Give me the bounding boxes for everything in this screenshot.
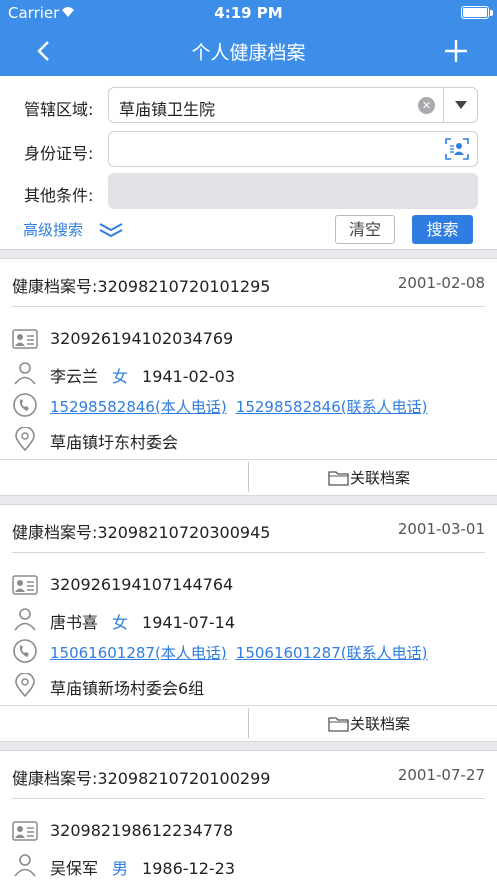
phone-contact-link[interactable]: 15061601287(联系人电话) (236, 644, 428, 662)
location-pin-icon (15, 673, 35, 697)
card-divider (12, 552, 485, 553)
person-info: 李云兰女 1941-02-03 (50, 363, 235, 387)
related-archive-button[interactable]: 关联档案 (328, 713, 410, 734)
card-divider (12, 798, 485, 799)
related-archive-label: 关联档案 (350, 469, 411, 487)
nav-bar: 个人健康档案 (0, 26, 497, 76)
id-number-label: 身份证号: (24, 144, 94, 163)
card-footer-vdivider (248, 708, 249, 738)
archive-number: 健康档案号:32098210720300945 (12, 523, 271, 542)
person-birth: 1941-02-03 (142, 367, 236, 386)
phone-self-link[interactable]: 15298582846(本人电话) (50, 398, 227, 416)
search-button[interactable]: 搜索 (412, 215, 473, 244)
phone-icon (13, 639, 37, 663)
phone-line: 15298582846(本人电话) 15298582846(联系人电话) (50, 396, 427, 417)
double-chevron-down-icon[interactable] (98, 221, 124, 239)
card-footer-divider (0, 459, 497, 460)
address: 草庙镇圩东村委会 (50, 433, 179, 452)
region-value: 草庙镇卫生院 (119, 100, 216, 119)
status-time: 4:19 PM (214, 4, 283, 22)
status-bar: Carrier 4:19 PM (0, 0, 497, 26)
phone-self-link[interactable]: 15061601287(本人电话) (50, 644, 227, 662)
phone-line: 15061601287(本人电话) 15061601287(联系人电话) (50, 642, 427, 663)
related-archive-button[interactable]: 关联档案 (328, 467, 410, 488)
person-info: 吴保军男 1986-12-23 (50, 855, 235, 879)
person-gender: 女 (112, 367, 129, 386)
region-label: 管辖区域: (24, 100, 94, 119)
card-divider (12, 306, 485, 307)
dropdown-arrow-icon[interactable] (443, 88, 477, 122)
search-panel: 管辖区域: 草庙镇卫生院 ✕ 身份证号: 其他条件: 高级搜索 清空 搜索 (0, 76, 497, 250)
person-icon (14, 854, 36, 877)
id-number: 320926194107144764 (50, 575, 234, 594)
person-icon (14, 608, 36, 631)
page-title: 个人健康档案 (191, 42, 306, 64)
record-card[interactable]: 健康档案号:32098210720100299 2001-07-27 32098… (0, 750, 497, 883)
record-date: 2001-03-01 (397, 520, 485, 538)
clear-button[interactable]: 清空 (335, 215, 395, 244)
record-card[interactable]: 健康档案号:32098210720300945 2001-03-01 32092… (0, 504, 497, 742)
address: 草庙镇新场村委会6组 (50, 679, 205, 698)
id-card-icon (12, 821, 38, 841)
battery-icon (461, 6, 489, 19)
person-name: 李云兰 (50, 367, 99, 386)
archive-number: 健康档案号:32098210720101295 (12, 277, 271, 296)
related-archive-label: 关联档案 (350, 715, 411, 733)
record-date: 2001-07-27 (397, 766, 485, 784)
person-gender: 女 (112, 613, 129, 632)
card-footer-vdivider (248, 462, 249, 492)
phone-contact-link[interactable]: 15298582846(联系人电话) (236, 398, 428, 416)
person-birth: 1986-12-23 (142, 859, 236, 878)
id-number: 320926194102034769 (50, 329, 234, 348)
other-conditions-label: 其他条件: (24, 186, 94, 205)
other-conditions-input[interactable] (108, 173, 478, 209)
battery-tip (490, 10, 493, 16)
region-select[interactable]: 草庙镇卫生院 ✕ (108, 87, 478, 123)
archive-number: 健康档案号:32098210720100299 (12, 769, 271, 788)
id-card-icon (12, 329, 38, 349)
person-info: 唐书喜女 1941-07-14 (50, 609, 235, 633)
id-scan-icon[interactable] (445, 138, 469, 160)
person-icon (14, 362, 36, 385)
person-gender: 男 (112, 859, 129, 878)
id-number: 320982198612234778 (50, 821, 234, 840)
card-footer-divider (0, 705, 497, 706)
person-birth: 1941-07-14 (142, 613, 236, 632)
person-name: 吴保军 (50, 859, 99, 878)
id-card-icon (12, 575, 38, 595)
advanced-search-link[interactable]: 高级搜索 (23, 219, 83, 240)
clear-icon[interactable]: ✕ (418, 97, 435, 114)
id-number-input[interactable] (108, 131, 478, 167)
location-pin-icon (15, 427, 35, 451)
phone-icon (13, 393, 37, 417)
record-card[interactable]: 健康档案号:32098210720101295 2001-02-08 32092… (0, 258, 497, 496)
add-icon[interactable] (439, 34, 473, 68)
record-date: 2001-02-08 (397, 274, 485, 292)
person-name: 唐书喜 (50, 613, 99, 632)
